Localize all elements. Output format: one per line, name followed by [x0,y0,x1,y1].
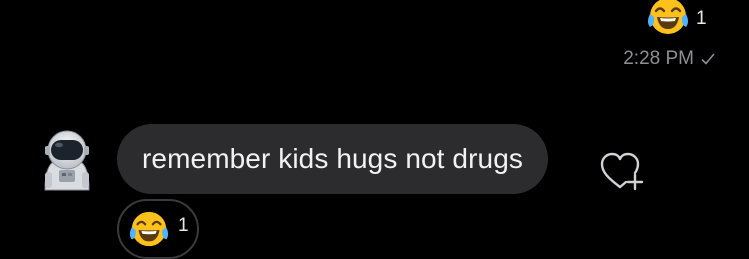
heart-plus-icon [600,152,652,197]
message-bubble[interactable]: remember kids hugs not drugs [117,124,548,194]
face-with-tears-of-joy-icon [128,208,170,250]
timestamp-text: 2:28 PM [623,48,694,69]
astronaut-avatar[interactable] [39,128,95,192]
reaction-count: 1 [178,215,189,236]
message-timestamp: 2:28 PM [623,48,715,70]
reaction-count: 1 [696,8,707,29]
message-text: remember kids hugs not drugs [142,143,523,174]
add-reaction-button[interactable] [600,151,652,193]
message-reaction-pill[interactable]: 1 [117,199,199,259]
check-icon [701,53,715,66]
previous-message-reaction[interactable]: 1 [646,0,707,38]
face-with-tears-of-joy-icon [646,0,690,38]
